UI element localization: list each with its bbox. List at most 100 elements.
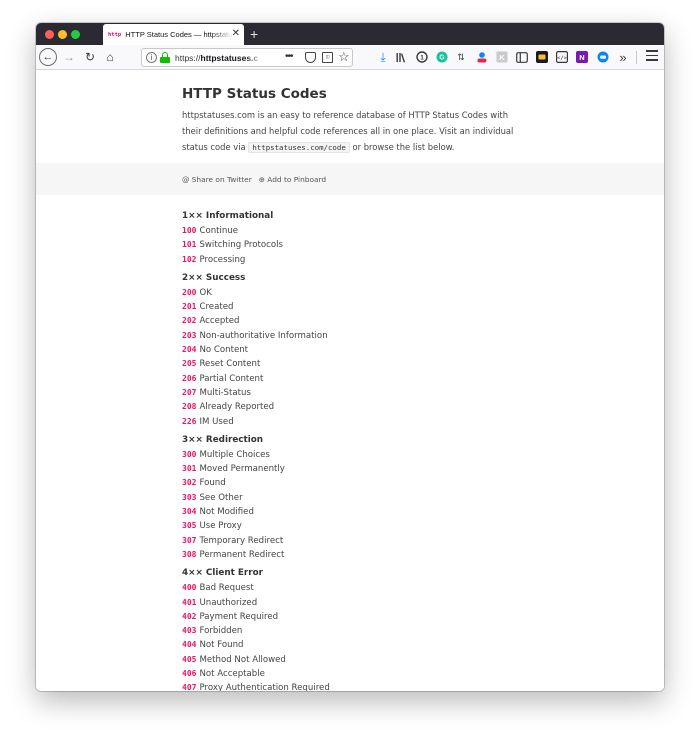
grammarly-icon[interactable]: G xyxy=(435,50,449,64)
browser-window: http HTTP Status Codes — httpstatuses.co… xyxy=(36,23,664,691)
status-code-link[interactable]: 406 Not Acceptable xyxy=(182,667,522,681)
status-code-number: 207 xyxy=(182,387,197,397)
status-code-link[interactable]: 200 OK xyxy=(182,286,522,300)
status-code-number: 401 xyxy=(182,597,197,607)
status-code-number: 302 xyxy=(182,478,197,488)
status-code-number: 406 xyxy=(182,669,197,679)
home-icon[interactable]: ⌂ xyxy=(102,48,118,66)
pocket-icon[interactable] xyxy=(305,52,316,63)
more-icon[interactable]: ••• xyxy=(285,51,293,62)
group-heading: 2×× Success xyxy=(182,272,246,283)
onenote-icon[interactable]: N xyxy=(575,50,589,64)
status-code-label: No Content xyxy=(199,345,249,356)
group-heading: 4×× Client Error xyxy=(182,568,263,579)
status-code-link[interactable]: 207 Multi-Status xyxy=(182,386,522,400)
address-bar[interactable]: i https://httpstatuses.c ••• ◫ ☆ xyxy=(141,48,353,67)
page-description: httpstatuses.com is an easy to reference… xyxy=(182,110,514,153)
menu-icon[interactable] xyxy=(646,50,658,62)
add-pinboard-link[interactable]: ⊕ Add to Pinboard xyxy=(259,175,326,184)
status-code-link[interactable]: 404 Not Found xyxy=(182,638,522,652)
overflow-icon[interactable]: » xyxy=(616,50,630,65)
status-code-list: 1×× Informational 100 Continue 101 Switching… xyxy=(182,208,522,691)
tab-title: HTTP Status Codes — httpstatuses.com xyxy=(125,30,233,39)
lock-icon[interactable] xyxy=(160,52,170,63)
status-code-link[interactable]: 226 IM Used xyxy=(182,415,522,429)
extension-circle-icon[interactable]: 1 xyxy=(415,50,429,64)
group-heading: 3×× Redirection xyxy=(182,434,264,445)
status-code-number: 205 xyxy=(182,359,197,369)
status-code-link[interactable]: 400 Bad Request xyxy=(182,581,522,595)
status-code-number: 404 xyxy=(182,640,197,650)
sidebar-icon[interactable] xyxy=(515,50,529,64)
status-code-label: Reset Content xyxy=(199,359,261,370)
forward-icon[interactable]: → xyxy=(61,48,77,66)
status-code-link[interactable]: 300 Multiple Choices xyxy=(182,448,522,462)
info-icon[interactable]: i xyxy=(146,52,157,63)
status-code-number: 400 xyxy=(182,583,197,593)
status-code-link[interactable]: 205 Reset Content xyxy=(182,357,522,371)
disabled-extension-icon[interactable]: K xyxy=(495,50,509,64)
status-code-label: Temporary Redirect xyxy=(199,535,284,546)
status-code-link[interactable]: 203 Non-authoritative Information xyxy=(182,329,522,343)
status-code-number: 305 xyxy=(182,521,197,531)
library-icon[interactable] xyxy=(395,50,409,64)
status-code-link[interactable]: 308 Permanent Redirect xyxy=(182,548,522,562)
chat-extension-icon[interactable] xyxy=(596,50,610,64)
status-code-label: Created xyxy=(199,302,234,313)
zoom-window-button[interactable] xyxy=(71,30,80,39)
status-code-label: Not Acceptable xyxy=(199,669,265,680)
toolbar-divider xyxy=(636,51,637,64)
status-code-label: Found xyxy=(199,478,226,489)
status-code-label: Switching Protocols xyxy=(199,240,283,251)
status-code-link[interactable]: 304 Not Modified xyxy=(182,505,522,519)
status-code-label: Use Proxy xyxy=(199,521,242,532)
code-extension-icon[interactable]: </> xyxy=(555,50,569,64)
status-code-link[interactable]: 302 Found xyxy=(182,476,522,490)
reload-icon[interactable]: ↻ xyxy=(82,48,98,66)
status-code-link[interactable]: 401 Unauthorized xyxy=(182,596,522,610)
share-twitter-link[interactable]: @ Share on Twitter xyxy=(182,175,252,184)
download-icon[interactable]: ⤓ xyxy=(376,50,390,64)
status-code-link[interactable]: 202 Accepted xyxy=(182,314,522,328)
status-code-label: Proxy Authentication Required xyxy=(199,683,330,691)
status-code-link[interactable]: 102 Processing xyxy=(182,253,522,267)
status-code-link[interactable]: 201 Created xyxy=(182,300,522,314)
status-code-label: Permanent Redirect xyxy=(199,549,285,560)
minimize-window-button[interactable] xyxy=(58,30,67,39)
close-window-button[interactable] xyxy=(45,30,54,39)
status-code-label: Already Reported xyxy=(199,402,275,413)
status-code-link[interactable]: 402 Payment Required xyxy=(182,610,522,624)
desktop: http HTTP Status Codes — httpstatuses.co… xyxy=(0,0,700,739)
status-code-link[interactable]: 305 Use Proxy xyxy=(182,519,522,533)
user-icon[interactable] xyxy=(475,50,489,64)
status-code-link[interactable]: 301 Moved Permanently xyxy=(182,462,522,476)
status-code-link[interactable]: 101 Switching Protocols xyxy=(182,238,522,252)
status-code-link[interactable]: 208 Already Reported xyxy=(182,400,522,414)
tab-active[interactable]: http HTTP Status Codes — httpstatuses.co… xyxy=(103,24,244,45)
url-text[interactable]: https://httpstatuses.c xyxy=(175,53,263,63)
star-icon[interactable]: ☆ xyxy=(338,49,350,65)
status-code-link[interactable]: 403 Forbidden xyxy=(182,624,522,638)
status-code-link[interactable]: 204 No Content xyxy=(182,343,522,357)
status-code-number: 407 xyxy=(182,683,197,691)
status-code-label: Partial Content xyxy=(199,373,264,384)
page-title: HTTP Status Codes xyxy=(182,86,327,102)
status-code-link[interactable]: 303 See Other xyxy=(182,491,522,505)
back-icon[interactable]: ← xyxy=(39,48,57,66)
status-code-number: 200 xyxy=(182,287,197,297)
status-code-link[interactable]: 100 Continue xyxy=(182,224,522,238)
sort-icon[interactable]: ⇅ xyxy=(454,50,468,64)
share-band: @ Share on Twitter ⊕ Add to Pinboard xyxy=(36,163,664,195)
status-code-link[interactable]: 405 Method Not Allowed xyxy=(182,653,522,667)
status-code-label: Multi-Status xyxy=(199,387,251,398)
status-code-number: 303 xyxy=(182,492,197,502)
status-code-link[interactable]: 407 Proxy Authentication Required xyxy=(182,681,522,691)
status-code-link[interactable]: 206 Partial Content xyxy=(182,372,522,386)
group-heading: 1×× Informational xyxy=(182,211,274,221)
dark-extension-icon[interactable] xyxy=(535,50,549,64)
close-icon[interactable]: ✕ xyxy=(232,27,240,41)
reader-icon[interactable]: ◫ xyxy=(322,52,333,63)
navigation-toolbar: ← → ↻ ⌂ i https://httpstatuses.c ••• ◫ ☆… xyxy=(36,45,664,70)
status-code-link[interactable]: 307 Temporary Redirect xyxy=(182,534,522,548)
plus-icon[interactable]: + xyxy=(250,24,258,44)
